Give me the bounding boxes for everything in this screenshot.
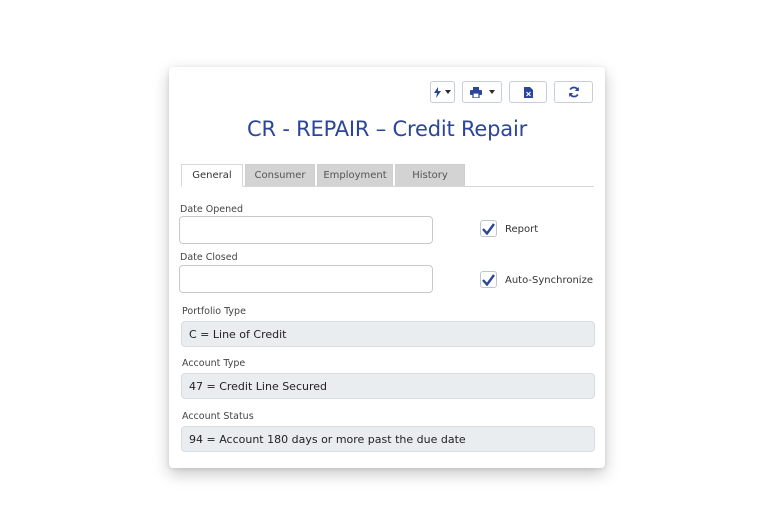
account-type-label: Account Type xyxy=(182,358,246,369)
tab-general[interactable]: General xyxy=(181,164,243,187)
tab-consumer[interactable]: Consumer xyxy=(245,164,315,186)
credit-repair-panel: CR - REPAIR – Credit Repair General Cons… xyxy=(169,67,605,468)
portfolio-type-field: C = Line of Credit xyxy=(181,321,595,347)
page-title: CR - REPAIR – Credit Repair xyxy=(246,117,528,141)
portfolio-type-label: Portfolio Type xyxy=(182,306,246,317)
checkmark-icon xyxy=(482,273,495,286)
chevron-down-icon xyxy=(445,90,451,94)
print-dropdown-button[interactable] xyxy=(462,81,502,103)
tab-bar: General Consumer Employment History xyxy=(181,164,594,187)
date-opened-field[interactable] xyxy=(179,216,433,244)
refresh-button[interactable] xyxy=(554,81,593,103)
checkmark-icon xyxy=(482,222,495,235)
tab-employment[interactable]: Employment xyxy=(317,164,393,186)
lightning-icon xyxy=(434,86,441,98)
date-opened-label: Date Opened xyxy=(180,204,243,215)
date-closed-field[interactable] xyxy=(179,265,433,293)
actions-dropdown-button[interactable] xyxy=(430,81,455,103)
chevron-down-icon xyxy=(488,90,495,94)
account-status-field: 94 = Account 180 days or more past the d… xyxy=(181,426,595,452)
date-closed-label: Date Closed xyxy=(180,252,238,263)
account-type-field: 47 = Credit Line Secured xyxy=(181,373,595,399)
excel-file-icon xyxy=(523,86,533,98)
auto-synchronize-label: Auto-Synchronize xyxy=(505,275,593,286)
report-label: Report xyxy=(505,224,539,235)
auto-synchronize-checkbox[interactable] xyxy=(480,271,497,288)
export-button[interactable] xyxy=(509,81,547,103)
printer-icon xyxy=(469,86,482,98)
refresh-icon xyxy=(568,86,579,98)
report-checkbox[interactable] xyxy=(480,220,497,237)
tab-history[interactable]: History xyxy=(395,164,465,186)
account-status-label: Account Status xyxy=(182,411,254,422)
